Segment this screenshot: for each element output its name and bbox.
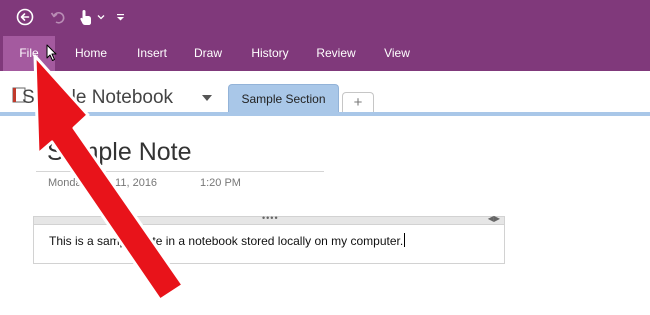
back-button[interactable] — [12, 4, 38, 30]
tab-draw[interactable]: Draw — [184, 36, 232, 71]
tab-view[interactable]: View — [374, 36, 420, 71]
undo-button[interactable] — [46, 4, 70, 30]
drag-dots-icon: •••• — [262, 213, 279, 223]
page-date: Monday, July 11, 2016 — [48, 177, 158, 189]
note-container[interactable]: •••• ◀▶ This is a sample note in a noteb… — [33, 213, 505, 264]
tab-insert[interactable]: Insert — [127, 36, 177, 71]
note-text[interactable]: This is a sample note in a notebook stor… — [49, 233, 406, 248]
note-drag-handle[interactable]: •••• ◀▶ — [34, 213, 504, 225]
chevron-down-icon[interactable] — [202, 95, 212, 101]
customize-toolbar-icon — [116, 14, 124, 21]
touch-mouse-mode-icon — [79, 10, 91, 25]
mouse-pointer-icon — [46, 44, 57, 61]
tab-history[interactable]: History — [242, 36, 298, 71]
ribbon-tabs: File Home Insert Draw History Review Vie… — [0, 36, 650, 71]
page-title[interactable]: Sample Note — [47, 138, 192, 167]
chevron-down-icon — [97, 15, 104, 20]
back-circle-icon — [16, 8, 34, 26]
section-tab[interactable]: Sample Section — [228, 84, 339, 113]
undo-icon — [50, 12, 65, 24]
add-section-button[interactable]: + — [342, 92, 374, 112]
title-divider — [36, 171, 324, 172]
page-time: 1:20 PM — [200, 177, 241, 189]
notebook-bar: Sample Notebook Sample Section + — [0, 71, 650, 115]
touch-mouse-mode-button[interactable] — [74, 4, 108, 30]
tab-home[interactable]: Home — [66, 36, 116, 71]
note-text-content: This is a sample note in a notebook stor… — [49, 234, 404, 248]
text-cursor — [404, 233, 406, 247]
notebook-name[interactable]: Sample Notebook — [22, 87, 173, 109]
title-bar — [0, 0, 650, 36]
page-canvas[interactable]: Sample Note Monday, July 11, 2016 1:20 P… — [0, 116, 650, 315]
resize-arrows-icon[interactable]: ◀▶ — [488, 214, 500, 223]
tab-review[interactable]: Review — [308, 36, 364, 71]
customize-toolbar-button[interactable] — [112, 4, 128, 30]
